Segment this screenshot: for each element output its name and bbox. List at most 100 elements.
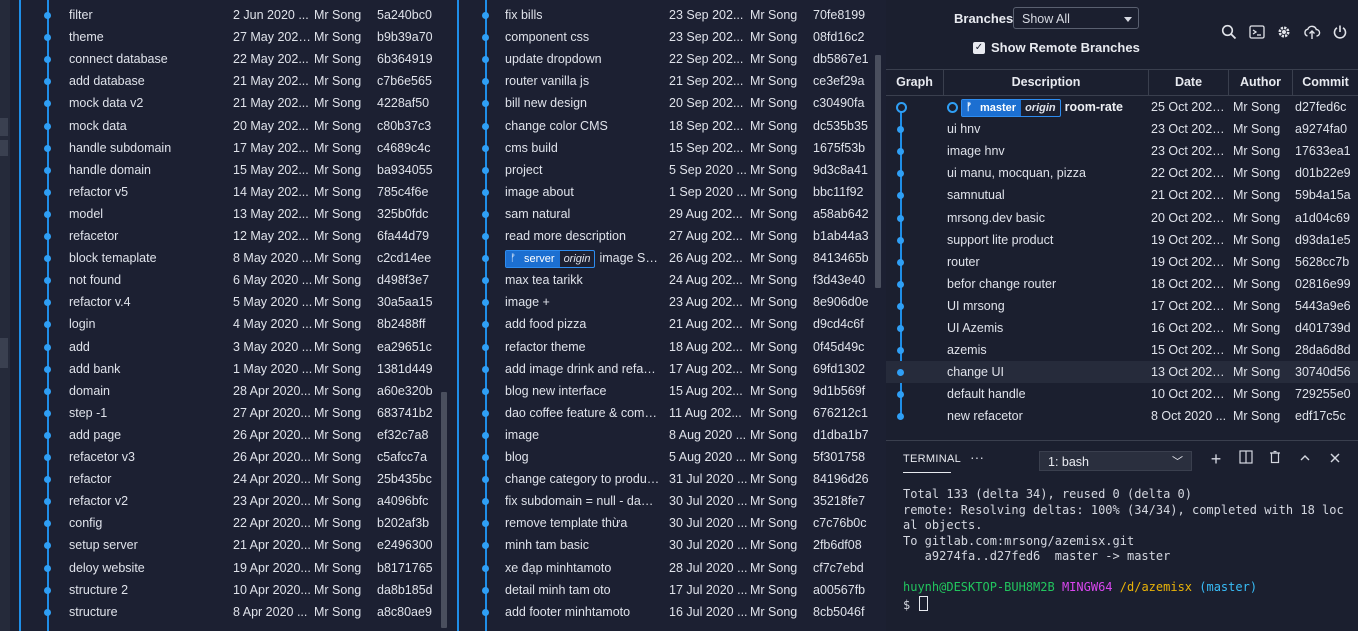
commit-row[interactable]: add database 21 May 202... Mr Song c7b6e565 xyxy=(0,70,440,92)
gear-icon[interactable] xyxy=(1275,24,1293,42)
commit-row[interactable]: azemis 15 Oct 2020... Mr Song 28da6d8d xyxy=(886,339,1358,361)
column-header-commit[interactable]: Commit xyxy=(1293,70,1358,95)
commit-row[interactable]: handle domain 15 May 202... Mr Song ba93405… xyxy=(0,159,440,181)
commit-row[interactable]: mrsong.dev basic 20 Oct 2020... Mr Song a1d… xyxy=(886,207,1358,229)
commit-row[interactable]: refactor 24 Apr 2020... Mr Song 25b435bc xyxy=(0,468,440,490)
more-icon[interactable]: ··· xyxy=(970,449,984,465)
commit-row[interactable]: theme 27 May 2020... Mr Song b9b39a70 xyxy=(0,26,440,48)
commit-row[interactable]: connect database 22 May 202... Mr Song 6b36… xyxy=(0,48,440,70)
commit-row[interactable]: not found 6 May 2020 ... Mr Song d498f3e7 xyxy=(0,269,440,291)
commit-row[interactable]: blog 5 Aug 2020 ... Mr Song 5f301758 xyxy=(448,446,874,468)
commit-row[interactable]: router vanilla js 21 Sep 202... Mr Song ce3… xyxy=(448,70,874,92)
column-header-author[interactable]: Author xyxy=(1229,70,1293,95)
commit-row[interactable]: change color CMS 18 Sep 202... Mr Song dc53… xyxy=(448,115,874,137)
search-icon[interactable] xyxy=(1220,24,1238,42)
close-icon[interactable] xyxy=(1326,450,1344,468)
power-icon[interactable] xyxy=(1331,24,1349,42)
shell-select[interactable]: 1: bash ﹀ xyxy=(1039,451,1192,471)
commit-row[interactable]: structure 2 10 Apr 2020... Mr Song da8b185d xyxy=(0,579,440,601)
branch-badge[interactable]: ᚠ master origin xyxy=(961,98,1061,117)
commit-row[interactable]: sam natural 29 Aug 202... Mr Song a58ab642 xyxy=(448,203,874,225)
commit-row[interactable]: ui manu, mocquan, pizza 22 Oct 2020... Mr … xyxy=(886,162,1358,184)
commit-row[interactable]: setup server 21 Apr 2020... Mr Song e249630… xyxy=(0,534,440,556)
split-icon[interactable] xyxy=(1237,450,1255,468)
commit-row[interactable]: xe đạp minhtamoto 28 Jul 2020 ... Mr Song c… xyxy=(448,557,874,579)
commit-row[interactable]: ui hnv 23 Oct 2020... Mr Song a9274fa0 xyxy=(886,118,1358,140)
commit-row[interactable]: model 13 May 202... Mr Song 325b0fdc xyxy=(0,203,440,225)
column-header-date[interactable]: Date xyxy=(1149,70,1229,95)
commit-row[interactable]: image + 23 Aug 202... Mr Song 8e906d0e xyxy=(448,291,874,313)
commit-row[interactable]: block temaplate 8 May 2020 ... Mr Song c2cd… xyxy=(0,247,440,269)
commit-row[interactable]: add food pizza 21 Aug 202... Mr Song d9cd4c… xyxy=(448,313,874,335)
terminal-icon[interactable] xyxy=(1248,24,1266,42)
commit-row[interactable]: update dropdown 22 Sep 202... Mr Song db586… xyxy=(448,48,874,70)
commit-row[interactable]: detail minh tam oto 17 Jul 2020 ... Mr Son… xyxy=(448,579,874,601)
show-remote-checkbox[interactable]: ✓ xyxy=(973,42,985,54)
commit-row[interactable]: refacetor v3 26 Apr 2020... Mr Song c5afcc7… xyxy=(0,446,440,468)
commit-message: router vanilla js xyxy=(505,74,590,89)
plus-icon[interactable]: + xyxy=(1207,450,1225,468)
commit-row[interactable]: add footer minhtamoto 16 Jul 2020 ... Mr S… xyxy=(448,601,874,623)
branch-badge[interactable]: ᚠ server origin xyxy=(505,249,596,268)
commit-row[interactable]: refacetor 12 May 202... Mr Song 6fa44d79 xyxy=(0,225,440,247)
commit-row[interactable]: samnutual 21 Oct 2020... Mr Song 59b4a15a xyxy=(886,184,1358,206)
chevron-up-icon[interactable] xyxy=(1296,450,1314,468)
commit-row[interactable]: refactor theme 18 Aug 202... Mr Song 0f45d4… xyxy=(448,336,874,358)
commit-row[interactable]: ᚠ server origin image Sa... 26 Aug 202... Mr … xyxy=(448,247,874,269)
scrollbar-thumb[interactable] xyxy=(441,392,447,628)
branches-dropdown[interactable]: Show All xyxy=(1013,7,1139,29)
commit-row[interactable]: login 4 May 2020 ... Mr Song 8b2488ff xyxy=(0,313,440,335)
commit-row[interactable]: config 22 Apr 2020... Mr Song b202af3b xyxy=(0,512,440,534)
commit-row[interactable]: add image drink and refact... 17 Aug 202.… xyxy=(448,358,874,380)
column-header-description[interactable]: Description xyxy=(944,70,1149,95)
commit-row[interactable]: mock data 20 May 202... Mr Song c80b37c3 xyxy=(0,115,440,137)
cloud-upload-icon[interactable] xyxy=(1303,24,1321,42)
commit-row[interactable]: image hnv 23 Oct 2020... Mr Song 17633ea1 xyxy=(886,140,1358,162)
commit-row[interactable]: blog new interface 15 Aug 202... Mr Song 9d… xyxy=(448,380,874,402)
commit-row[interactable]: add bank 1 May 2020 ... Mr Song 1381d449 xyxy=(0,358,440,380)
commit-row[interactable]: dao coffee feature & comm... 11 Aug 202..… xyxy=(448,402,874,424)
commit-row[interactable]: support lite product 19 Oct 2020... Mr Son… xyxy=(886,229,1358,251)
commit-row[interactable]: component css 23 Sep 202... Mr Song 08fd16c… xyxy=(448,26,874,48)
commit-row[interactable]: add 3 May 2020 ... Mr Song ea29651c xyxy=(0,336,440,358)
commit-row[interactable]: image about 1 Sep 2020 ... Mr Song bbc11f92 xyxy=(448,181,874,203)
commit-row[interactable]: refactor v5 14 May 202... Mr Song 785c4f6e xyxy=(0,181,440,203)
commit-row[interactable]: minh tam basic 30 Jul 2020 ... Mr Song 2fb6… xyxy=(448,534,874,556)
commit-row[interactable]: deloy website 19 Apr 2020... Mr Song b81717… xyxy=(0,557,440,579)
commit-row[interactable]: UI mrsong 17 Oct 2020... Mr Song 5443a9e6 xyxy=(886,295,1358,317)
commit-row[interactable]: router 19 Oct 2020... Mr Song 5628cc7b xyxy=(886,251,1358,273)
commit-row[interactable]: filter 2 Jun 2020 ... Mr Song 5a240bc0 xyxy=(0,4,440,26)
commit-row[interactable]: structure 8 Apr 2020 ... Mr Song a8c80ae9 xyxy=(0,601,440,623)
commit-row[interactable]: cms build 15 Sep 202... Mr Song 1675f53b xyxy=(448,137,874,159)
commit-row[interactable]: refactor v.4 5 May 2020 ... Mr Song 30a5aa1… xyxy=(0,291,440,313)
scrollbar[interactable] xyxy=(440,0,448,631)
commit-row[interactable]: ᚠ master origin room-rate 25 Oct 2020... Mr S… xyxy=(886,96,1358,118)
commit-row[interactable]: refactor v2 23 Apr 2020... Mr Song a4096bfc xyxy=(0,490,440,512)
commit-row[interactable]: fix subdomain = null - dana... 30 Jul 202… xyxy=(448,490,874,512)
trash-icon[interactable] xyxy=(1266,450,1284,468)
commit-row[interactable]: image 8 Aug 2020 ... Mr Song d1dba1b7 xyxy=(448,424,874,446)
commit-row[interactable]: default handle 10 Oct 2020... Mr Song 72925… xyxy=(886,383,1358,405)
terminal-input-line[interactable]: $ xyxy=(903,595,1353,612)
commit-row[interactable]: max tea tarikk 24 Aug 202... Mr Song f3d43e… xyxy=(448,269,874,291)
commit-row[interactable]: project 5 Sep 2020 ... Mr Song 9d3c8a41 xyxy=(448,159,874,181)
commit-row[interactable]: step -1 27 Apr 2020... Mr Song 683741b2 xyxy=(0,402,440,424)
commit-row[interactable]: new refacetor 8 Oct 2020 ... Mr Song edf17c… xyxy=(886,405,1358,427)
terminal-output[interactable]: Total 133 (delta 34), reused 0 (delta 0)… xyxy=(903,487,1353,612)
commit-row[interactable]: domain 28 Apr 2020... Mr Song a60e320b xyxy=(0,380,440,402)
column-header-graph[interactable]: Graph xyxy=(886,70,944,95)
commit-row[interactable]: befor change router 18 Oct 2020... Mr Song… xyxy=(886,273,1358,295)
commit-row[interactable]: change UI 13 Oct 2020... Mr Song 30740d56 xyxy=(886,361,1358,384)
scrollbar[interactable] xyxy=(874,0,882,631)
commit-row[interactable]: remove template thừa 30 Jul 2020 ... Mr So… xyxy=(448,512,874,534)
commit-row[interactable]: read more description 27 Aug 202... Mr Son… xyxy=(448,225,874,247)
commit-row[interactable]: add page 26 Apr 2020... Mr Song ef32c7a8 xyxy=(0,424,440,446)
tab-terminal[interactable]: TERMINAL xyxy=(903,453,961,465)
commit-row[interactable]: UI Azemis 16 Oct 2020... Mr Song d401739d xyxy=(886,317,1358,339)
scrollbar-thumb[interactable] xyxy=(875,55,881,288)
commit-row[interactable]: fix bills 23 Sep 202... Mr Song 70fe8199 xyxy=(448,4,874,26)
commit-row[interactable]: change category to product... 31 Jul 2020… xyxy=(448,468,874,490)
commit-row[interactable]: handle subdomain 17 May 202... Mr Song c468… xyxy=(0,137,440,159)
commit-row[interactable]: bill new design 20 Sep 202... Mr Song c3049… xyxy=(448,92,874,114)
commit-row[interactable]: mock data v2 21 May 202... Mr Song 4228af50 xyxy=(0,92,440,114)
